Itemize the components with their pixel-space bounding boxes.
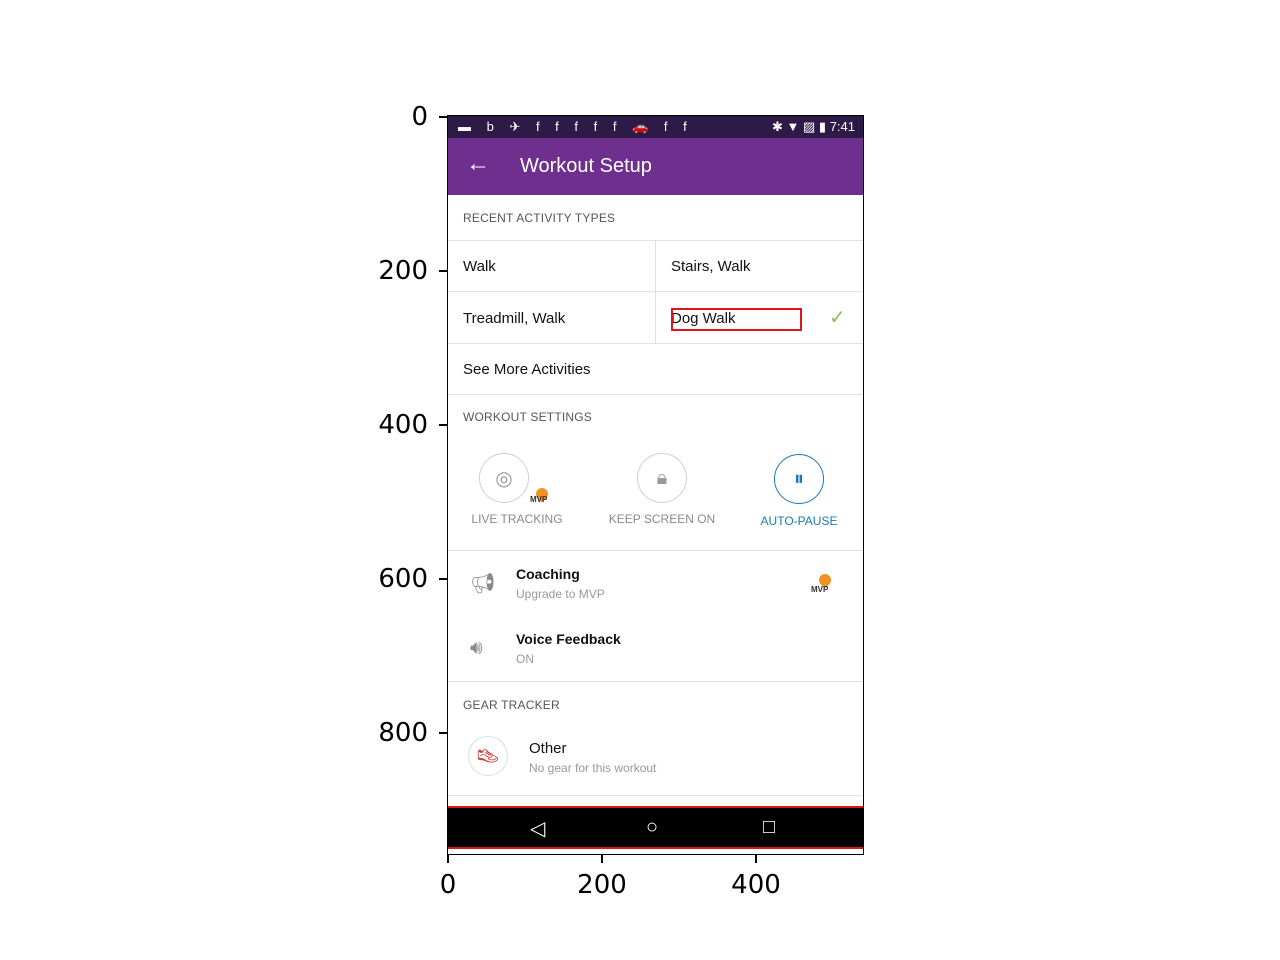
y-tick-label: 200 <box>378 256 428 286</box>
x-tick-label: 0 <box>439 870 457 900</box>
gear-tracker-header: GEAR TRACKER <box>463 698 560 712</box>
divider <box>448 394 863 395</box>
y-tick-mark <box>439 424 447 426</box>
x-tick-mark <box>601 855 603 863</box>
divider <box>655 240 656 344</box>
auto-pause-label: AUTO-PAUSE <box>760 514 838 528</box>
y-tick-mark <box>439 732 447 734</box>
coaching-title[interactable]: Coaching <box>516 566 580 582</box>
nav-recents-icon[interactable]: □ <box>763 816 775 839</box>
megaphone-icon: 📢︎ <box>470 573 496 595</box>
y-tick-mark <box>439 116 447 118</box>
live-tracking-icon: ◎ <box>495 467 513 490</box>
y-tick-label: 0 <box>411 102 428 132</box>
divider <box>448 795 863 796</box>
x-tick-label: 400 <box>731 870 781 900</box>
gear-shoe-button[interactable]: 👟︎ <box>468 736 508 776</box>
activity-walk[interactable]: Walk <box>463 258 496 275</box>
see-more-activities-link[interactable]: See More Activities <box>463 361 591 378</box>
voice-feedback-title[interactable]: Voice Feedback <box>516 631 621 647</box>
gear-title[interactable]: Other <box>529 740 567 757</box>
app-bar: ← Workout Setup <box>448 138 863 195</box>
x-tick-label: 200 <box>577 870 627 900</box>
shoe-icon: 👟︎ <box>475 745 501 768</box>
coaching-subtitle: Upgrade to MVP <box>516 587 605 601</box>
keep-screen-on-label: KEEP SCREEN ON <box>608 512 716 526</box>
live-tracking-toggle[interactable]: ◎ <box>479 453 529 503</box>
activity-treadmill-walk[interactable]: Treadmill, Walk <box>463 310 565 327</box>
activity-stairs-walk[interactable]: Stairs, Walk <box>671 258 750 275</box>
keep-screen-on-toggle[interactable]: 🔒︎ <box>637 453 687 503</box>
workout-settings-header: WORKOUT SETTINGS <box>463 410 592 424</box>
y-tick-mark <box>439 578 447 580</box>
status-bar: ▬ b ✈ f f f f f 🚗 f f ✱ ▼ ▨ ▮ 7:41 <box>448 116 863 138</box>
divider <box>448 550 863 551</box>
x-tick-mark <box>447 855 449 863</box>
y-tick-label: 800 <box>378 718 428 748</box>
live-tracking-label: LIVE TRACKING <box>471 512 563 526</box>
mvp-badge: MVP <box>530 495 548 504</box>
divider <box>448 343 863 344</box>
divider <box>448 291 863 292</box>
system-nav-bar: ◁ ○ □ <box>448 806 863 849</box>
recent-activity-header: RECENT ACTIVITY TYPES <box>463 211 616 225</box>
nav-home-icon[interactable]: ○ <box>646 816 658 839</box>
pause-icon: ⏸︎ <box>794 467 804 490</box>
back-arrow-icon[interactable]: ← <box>466 150 490 178</box>
phone-screen: ▬ b ✈ f f f f f 🚗 f f ✱ ▼ ▨ ▮ 7:41 ← Wor… <box>448 116 863 854</box>
check-icon: ✓ <box>829 307 846 329</box>
mvp-badge: MVP <box>811 585 829 594</box>
target-highlight-box <box>671 308 802 331</box>
divider <box>448 681 863 682</box>
y-tick-mark <box>439 270 447 272</box>
speaker-icon: 🔊︎ <box>470 637 483 659</box>
y-tick-label: 400 <box>378 410 428 440</box>
nav-back-icon[interactable]: ◁ <box>530 816 545 841</box>
page-title: Workout Setup <box>520 155 652 177</box>
notification-icons: ▬ b ✈ f f f f f 🚗 f f <box>458 119 693 134</box>
status-indicators: ✱ ▼ ▨ ▮ 7:41 <box>772 119 855 134</box>
gear-subtitle: No gear for this workout <box>529 761 657 775</box>
auto-pause-toggle[interactable]: ⏸︎ <box>774 454 824 504</box>
lock-icon: 🔒︎ <box>656 466 668 489</box>
voice-feedback-status: ON <box>516 652 534 666</box>
y-tick-label: 600 <box>378 564 428 594</box>
x-tick-mark <box>755 855 757 863</box>
